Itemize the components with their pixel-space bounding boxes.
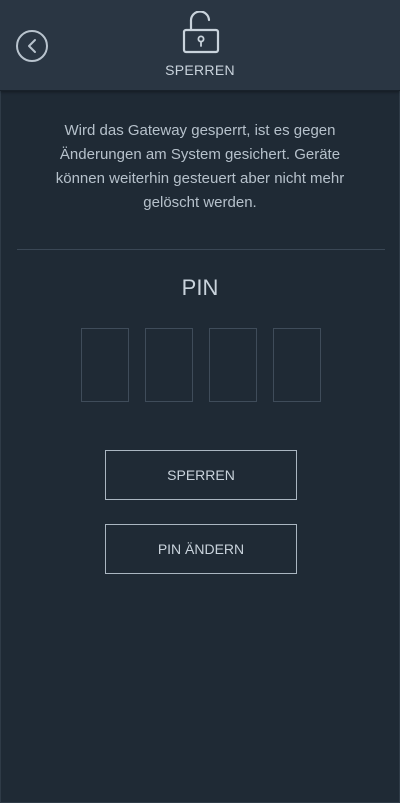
unlocked-padlock-icon — [182, 11, 220, 54]
pin-digit-3[interactable] — [209, 328, 257, 402]
lock-description: Wird das Gateway gesperrt, ist es gegen … — [55, 122, 345, 211]
pin-digit-1[interactable] — [81, 328, 129, 402]
divider — [17, 249, 385, 250]
page-title: SPERREN — [165, 62, 235, 78]
chevron-left-icon — [28, 39, 36, 53]
header-bar: SPERREN — [0, 0, 400, 91]
pin-label: PIN — [181, 275, 219, 300]
pin-digit-2[interactable] — [145, 328, 193, 402]
pin-digit-4[interactable] — [273, 328, 321, 402]
lock-button[interactable]: SPERREN — [105, 450, 297, 500]
back-button[interactable] — [16, 30, 48, 62]
change-pin-button[interactable]: PIN ÄNDERN — [105, 524, 297, 574]
